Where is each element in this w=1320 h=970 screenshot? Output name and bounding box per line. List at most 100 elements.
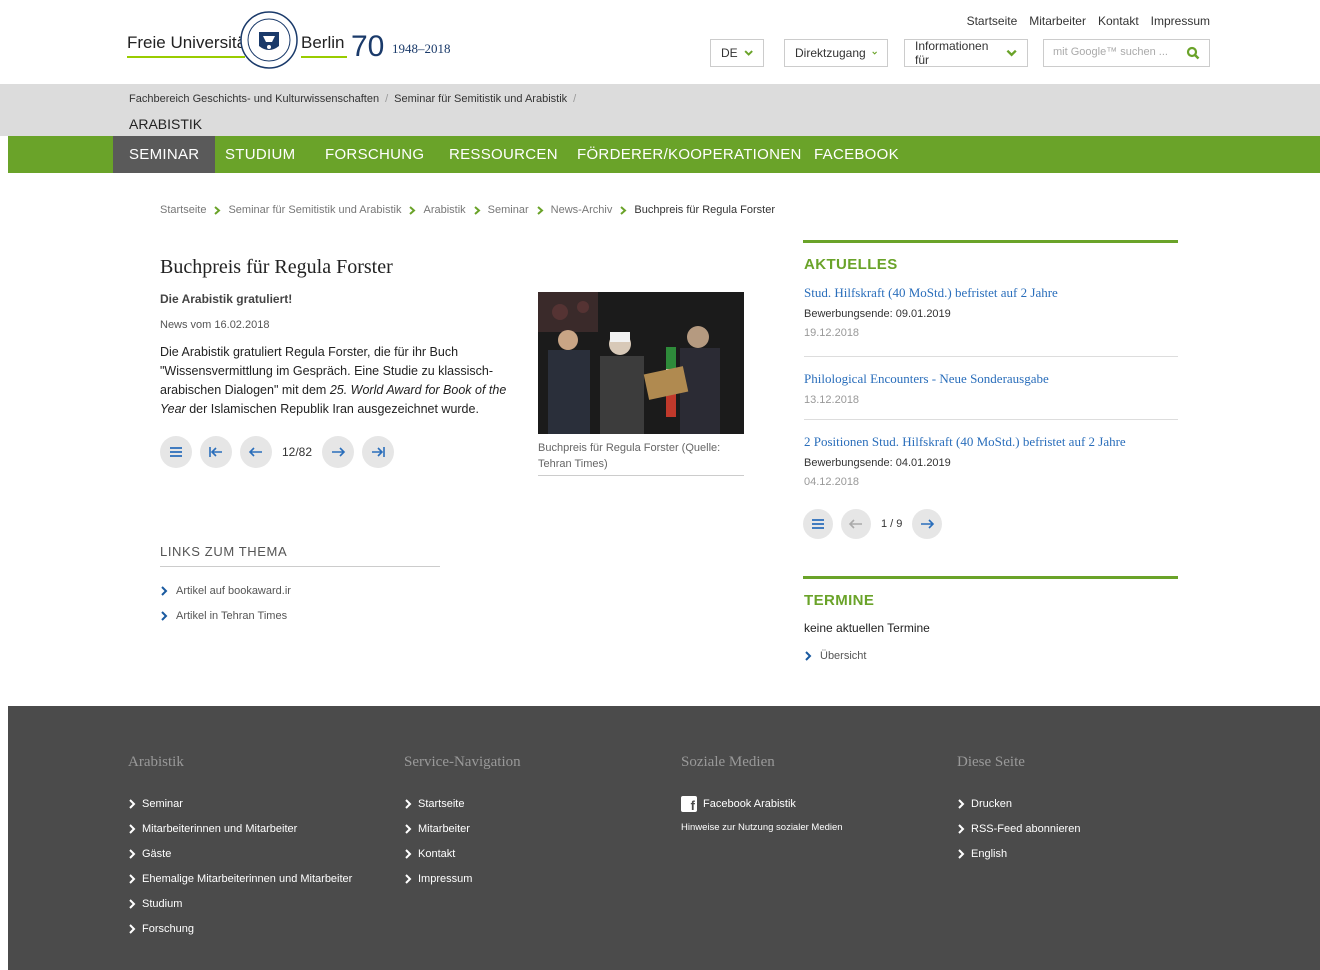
chevron-right-icon [129, 798, 136, 809]
footer-link[interactable]: Forschung [128, 916, 352, 941]
nav-item-seminar[interactable]: SEMINAR [113, 136, 216, 173]
chevron-right-icon [129, 873, 136, 884]
footer-link[interactable]: Startseite [404, 791, 521, 816]
nav-item-facebook[interactable]: FACEBOOK [814, 136, 899, 173]
service-link-impressum[interactable]: Impressum [1151, 14, 1210, 28]
related-link-bookaward[interactable]: Artikel auf bookaward.ir [160, 585, 291, 597]
chevron-right-icon [805, 651, 812, 661]
institution-bar: Fachbereich Geschichts- und Kulturwissen… [0, 84, 1320, 136]
events-empty-text: keine aktuellen Termine [804, 621, 930, 635]
chevron-right-icon [214, 205, 221, 215]
footer-link[interactable]: RSS-Feed abonnieren [957, 816, 1080, 841]
footer-link[interactable]: Ehemalige Mitarbeiterinnen und Mitarbeit… [128, 866, 352, 891]
first-page-icon[interactable] [200, 436, 232, 468]
facebook-icon: f [681, 795, 697, 812]
news-item-title[interactable]: 2 Positionen Stud. Hilfskraft (40 MoStd.… [804, 434, 1126, 449]
footer-link[interactable]: Drucken [957, 791, 1080, 816]
news-item: 2 Positionen Stud. Hilfskraft (40 MoStd.… [804, 434, 1178, 488]
facebook-link[interactable]: f Facebook Arabistik [681, 791, 843, 816]
service-link-mitarbeiter[interactable]: Mitarbeiter [1029, 14, 1086, 28]
pager-count: 12/82 [282, 445, 313, 459]
chevron-right-icon [536, 205, 544, 215]
chevron-right-icon [474, 205, 481, 215]
related-links-heading: LINKS ZUM THEMA [160, 544, 288, 559]
chevron-down-icon [871, 51, 877, 55]
footer-heading: Arabistik [128, 754, 184, 770]
news-item-title[interactable]: Philological Encounters - Neue Sonderaus… [804, 371, 1049, 386]
events-overview-link[interactable]: Übersicht [804, 650, 866, 662]
service-link-kontakt[interactable]: Kontakt [1098, 14, 1139, 28]
chevron-right-icon [958, 823, 965, 834]
service-link-startseite[interactable]: Startseite [967, 14, 1018, 28]
nav-item-foerderer[interactable]: FÖRDERER/KOOPERATIONEN [577, 136, 802, 173]
next-icon[interactable] [912, 509, 943, 539]
chevron-right-icon [161, 586, 168, 596]
chevron-right-icon [129, 923, 136, 934]
info-for-dropdown[interactable]: Informationen für [904, 39, 1028, 67]
language-label: DE [721, 46, 738, 60]
breadcrumb-current: Buchpreis für Regula Forster [634, 204, 775, 216]
footer-column-arabistik: Arabistik Seminar Mitarbeiterinnen und M… [128, 754, 352, 941]
breadcrumb-seminar[interactable]: Seminar [488, 204, 529, 216]
image-caption: Buchpreis für Regula Forster (Quelle: Te… [538, 442, 721, 470]
chevron-right-icon [620, 205, 627, 215]
last-page-icon[interactable] [362, 436, 395, 468]
crumb-fachbereich[interactable]: Fachbereich Geschichts- und Kulturwissen… [129, 93, 379, 105]
events-heading: TERMINE [804, 592, 875, 609]
news-item: Stud. Hilfskraft (40 MoStd.) befristet a… [804, 285, 1178, 339]
search-input[interactable]: mit Google™ suchen ... [1043, 39, 1210, 67]
news-item: Philological Encounters - Neue Sonderaus… [804, 371, 1178, 406]
institution-breadcrumb: Fachbereich Geschichts- und Kulturwissen… [129, 93, 577, 105]
previous-icon[interactable] [841, 509, 871, 539]
article-image[interactable] [538, 292, 744, 434]
section-title[interactable]: ARABISTIK [129, 116, 202, 132]
footer-link[interactable]: Mitarbeiterinnen und Mitarbeiter [128, 816, 352, 841]
page-title: Buchpreis für Regula Forster [160, 256, 393, 278]
language-dropdown[interactable]: DE [710, 39, 764, 67]
related-link-tehran-times[interactable]: Artikel in Tehran Times [160, 610, 287, 622]
service-links: Startseite Mitarbeiter Kontakt Impressum [967, 14, 1210, 28]
article-pager: 12/82 [160, 436, 395, 468]
news-item-date: 13.12.2018 [804, 394, 860, 406]
news-item-date: 19.12.2018 [804, 327, 860, 339]
direct-access-dropdown[interactable]: Direktzugang [784, 39, 888, 67]
nav-item-studium[interactable]: STUDIUM [225, 136, 295, 173]
footer-link[interactable]: Mitarbeiter [404, 816, 521, 841]
crumb-seminar[interactable]: Seminar für Semitistik und Arabistik [394, 93, 567, 105]
logo-text-left: Freie Universität [127, 33, 251, 52]
nav-item-forschung[interactable]: FORSCHUNG [325, 136, 424, 173]
footer-heading: Service-Navigation [404, 754, 521, 770]
footer-link[interactable]: Impressum [404, 866, 521, 891]
footer-link[interactable]: Kontakt [404, 841, 521, 866]
award-ceremony-photo [538, 292, 744, 434]
next-icon[interactable] [322, 436, 355, 468]
chevron-right-icon [129, 823, 136, 834]
footer-link[interactable]: English [957, 841, 1080, 866]
chevron-right-icon [958, 798, 965, 809]
chevron-right-icon [405, 823, 412, 834]
breadcrumb-seminar-semitistik[interactable]: Seminar für Semitistik und Arabistik [228, 204, 401, 216]
nav-item-ressourcen[interactable]: RESSOURCEN [449, 136, 558, 173]
anniversary-number: 70 [351, 30, 385, 63]
footer-link[interactable]: Studium [128, 891, 352, 916]
social-media-hint-link[interactable]: Hinweise zur Nutzung sozialer Medien [681, 822, 843, 833]
news-item-title[interactable]: Stud. Hilfskraft (40 MoStd.) befristet a… [804, 285, 1058, 300]
news-pager: 1 / 9 [803, 509, 943, 539]
chevron-right-icon [409, 205, 417, 215]
breadcrumb-startseite[interactable]: Startseite [160, 204, 206, 216]
university-seal-icon [240, 11, 298, 69]
university-logo[interactable]: Freie Universität Berlin 70 1948–2018 [127, 10, 457, 70]
list-icon[interactable] [160, 436, 192, 468]
search-placeholder: mit Google™ suchen ... [1053, 46, 1168, 58]
news-pager-count: 1 / 9 [881, 518, 903, 530]
news-item-deadline: Bewerbungsende: 04.01.2019 [804, 457, 951, 469]
footer-link[interactable]: Gäste [128, 841, 352, 866]
footer-link[interactable]: Seminar [128, 791, 352, 816]
list-icon[interactable] [803, 509, 833, 539]
breadcrumb-arabistik[interactable]: Arabistik [423, 204, 465, 216]
article-body: Die Arabistik gratuliert Regula Forster,… [160, 345, 507, 416]
chevron-right-icon [958, 848, 965, 859]
previous-icon[interactable] [240, 436, 272, 468]
breadcrumb-news-archiv[interactable]: News-Archiv [551, 204, 613, 216]
search-icon[interactable] [1186, 46, 1200, 60]
